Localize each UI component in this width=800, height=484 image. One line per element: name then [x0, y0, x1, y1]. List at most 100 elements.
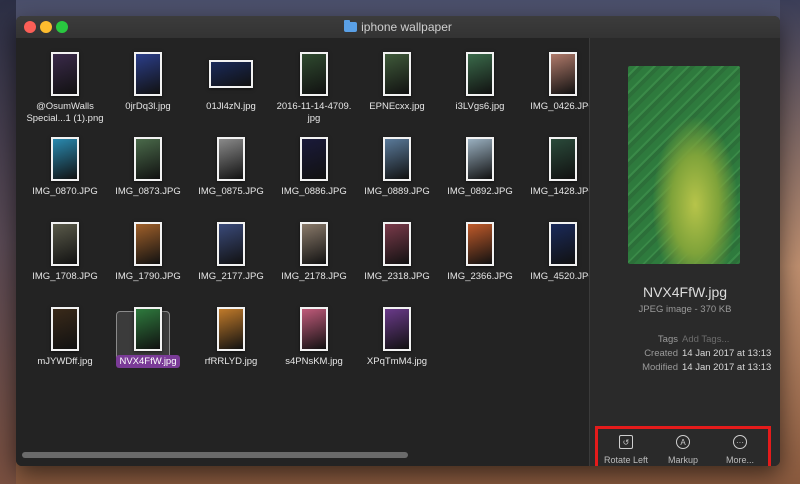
file-name: IMG_0892.JPG	[447, 186, 513, 197]
thumbnail-image	[134, 137, 162, 181]
meta-key: Modified	[642, 362, 678, 373]
rotate-left-icon: ↺	[619, 435, 633, 449]
thumbnail-image	[383, 52, 411, 96]
folder-icon	[344, 20, 358, 32]
meta-value: 14 Jan 2017 at 13:13	[682, 348, 772, 359]
thumbnail-image	[51, 52, 79, 96]
file-label: mJYWDff.jpg	[22, 356, 108, 368]
thumbnail-image	[300, 137, 328, 181]
file-item[interactable]: mJYWDff.jpg	[22, 301, 108, 385]
finder-window: iphone wallpaper @OsumWalls Special...1 (…	[16, 16, 780, 466]
file-label: 2016-11-14-4709. jpg	[271, 101, 357, 125]
file-name: rfRRLYD.jpg	[204, 356, 258, 367]
file-item[interactable]: IMG_2178.JPG	[271, 216, 357, 300]
file-grid[interactable]: @OsumWalls Special...1 (1).png 0jrDq3l.jpg…	[16, 38, 596, 466]
file-thumbnail	[188, 220, 274, 268]
thumbnail-image	[466, 52, 494, 96]
thumbnail-image	[466, 137, 494, 181]
file-name: IMG_2177.JPG	[198, 271, 264, 282]
thumbnail-image	[209, 60, 253, 88]
file-item[interactable]: IMG_0892.JPG	[437, 131, 523, 215]
add-tags-field[interactable]: Add Tags...	[682, 334, 729, 345]
preview-image	[628, 66, 740, 264]
preview-filetype: JPEG image - 370 KB	[638, 304, 732, 315]
file-name: i3LVgs6.jpg	[455, 101, 505, 112]
file-thumbnail	[271, 50, 357, 98]
rotate-left-button[interactable]: ↺ Rotate Left	[598, 435, 654, 465]
markup-button[interactable]: A Markup	[655, 435, 711, 465]
more-icon: ···	[733, 435, 747, 449]
file-name: 2016-11-14-4709.	[276, 101, 352, 112]
file-name: IMG_2318.JPG	[364, 271, 430, 282]
more-button[interactable]: ··· More...	[712, 435, 768, 465]
file-name: IMG_1428.JPG	[530, 186, 596, 197]
thumbnail-image	[383, 307, 411, 351]
desktop-background-right	[780, 0, 800, 484]
file-thumbnail	[354, 220, 440, 268]
file-label: 01Jl4zN.jpg	[188, 101, 274, 113]
file-label: rfRRLYD.jpg	[188, 356, 274, 368]
file-name: EPNEcxx.jpg	[369, 101, 425, 112]
file-label: IMG_0892.JPG	[437, 186, 523, 198]
file-item[interactable]: IMG_0889.JPG	[354, 131, 440, 215]
file-thumbnail	[188, 135, 274, 183]
file-thumbnail	[188, 50, 274, 98]
file-item[interactable]: EPNEcxx.jpg	[354, 46, 440, 130]
thumbnail-image	[300, 307, 328, 351]
horizontal-scrollbar[interactable]	[22, 452, 408, 458]
file-item[interactable]: IMG_1708.JPG	[22, 216, 108, 300]
file-thumbnail	[354, 305, 440, 353]
meta-value: 14 Jan 2017 at 13:13	[682, 362, 772, 373]
file-name: mJYWDff.jpg	[37, 356, 93, 367]
file-item[interactable]: 01Jl4zN.jpg	[188, 46, 274, 130]
title-bar[interactable]: iphone wallpaper	[16, 16, 780, 39]
file-item[interactable]: IMG_0886.JPG	[271, 131, 357, 215]
thumbnail-image	[134, 307, 162, 351]
thumbnail-image	[51, 137, 79, 181]
file-item[interactable]: NVX4FfW.jpg	[105, 301, 191, 385]
file-item[interactable]: IMG_1790.JPG	[105, 216, 191, 300]
file-item[interactable]: 2016-11-14-4709. jpg	[271, 46, 357, 130]
file-thumbnail	[22, 135, 108, 183]
file-item[interactable]: IMG_0870.JPG	[22, 131, 108, 215]
file-label: IMG_0886.JPG	[271, 186, 357, 198]
file-thumbnail	[354, 50, 440, 98]
file-name: IMG_2366.JPG	[447, 271, 513, 282]
file-label: XPqTmM4.jpg	[354, 356, 440, 368]
file-name: 01Jl4zN.jpg	[206, 101, 256, 112]
file-name: IMG_0886.JPG	[281, 186, 347, 197]
file-name: IMG_1790.JPG	[115, 271, 181, 282]
thumbnail-image	[217, 222, 245, 266]
file-thumbnail	[271, 135, 357, 183]
file-item[interactable]: rfRRLYD.jpg	[188, 301, 274, 385]
file-label: IMG_0873.JPG	[105, 186, 191, 198]
file-thumbnail	[22, 220, 108, 268]
file-item[interactable]: 0jrDq3l.jpg	[105, 46, 191, 130]
file-name: 0jrDq3l.jpg	[125, 101, 171, 112]
file-thumbnail	[105, 305, 191, 353]
file-name: @OsumWalls	[36, 101, 94, 112]
file-item[interactable]: IMG_2318.JPG	[354, 216, 440, 300]
file-item[interactable]: IMG_2366.JPG	[437, 216, 523, 300]
file-item[interactable]: @OsumWalls Special...1 (1).png	[22, 46, 108, 130]
file-item[interactable]: IMG_0873.JPG	[105, 131, 191, 215]
meta-row-modified: Modified 14 Jan 2017 at 13:13	[590, 362, 780, 374]
file-thumbnail	[22, 305, 108, 353]
file-name: IMG_1708.JPG	[32, 271, 98, 282]
file-thumbnail	[354, 135, 440, 183]
file-item[interactable]: s4PNsKM.jpg	[271, 301, 357, 385]
file-thumbnail	[437, 50, 523, 98]
file-item[interactable]: IMG_2177.JPG	[188, 216, 274, 300]
file-thumbnail	[105, 135, 191, 183]
quick-actions-highlight: ↺ Rotate Left A Markup ··· More...	[595, 426, 771, 466]
file-item[interactable]: XPqTmM4.jpg	[354, 301, 440, 385]
file-label: IMG_0875.JPG	[188, 186, 274, 198]
file-thumbnail	[105, 220, 191, 268]
meta-row-tags: Tags Add Tags...	[590, 334, 780, 346]
file-name: IMG_0875.JPG	[198, 186, 264, 197]
file-item[interactable]: i3LVgs6.jpg	[437, 46, 523, 130]
file-item[interactable]: IMG_0875.JPG	[188, 131, 274, 215]
rotate-left-label: Rotate Left	[603, 455, 649, 465]
thumbnail-image	[217, 307, 245, 351]
file-thumbnail	[105, 50, 191, 98]
